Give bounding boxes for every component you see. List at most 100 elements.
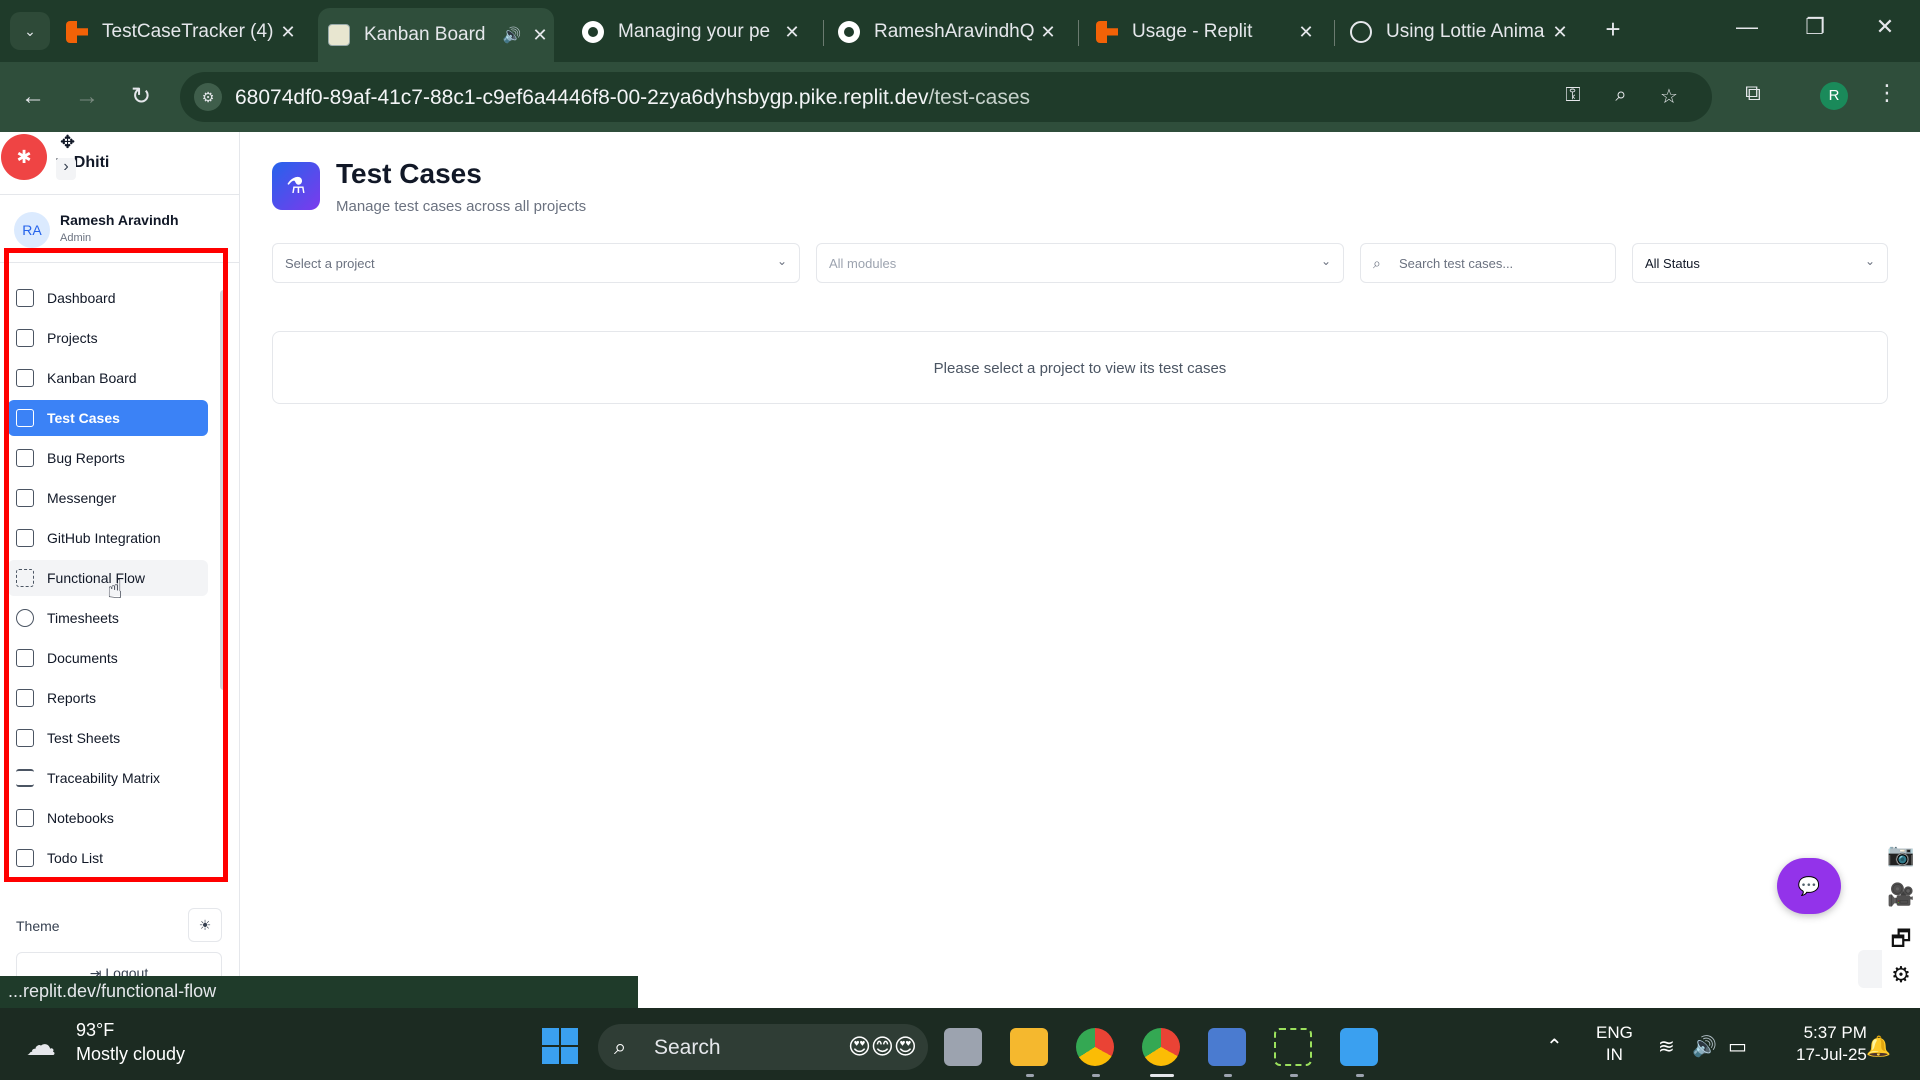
notebook-icon xyxy=(16,809,34,827)
snipping-tool-icon[interactable] xyxy=(1208,1028,1246,1066)
tab-separator xyxy=(1078,20,1079,46)
clock[interactable]: 5:37 PM 17-Jul-25 xyxy=(1796,1022,1867,1066)
battery-icon[interactable]: ▭ xyxy=(1728,1034,1747,1059)
notification-icon[interactable]: 🔔 xyxy=(1866,1034,1891,1059)
weather-temp[interactable]: 93°F xyxy=(76,1020,114,1041)
start-tile xyxy=(561,1028,578,1045)
zoom-icon[interactable]: ⌕ xyxy=(1606,84,1636,107)
new-tab-button[interactable]: + xyxy=(1596,14,1630,45)
sidebar-item-notebooks[interactable]: Notebooks xyxy=(8,800,208,836)
search-icon: ⌕ xyxy=(1373,255,1381,271)
tab-lottie[interactable]: Using Lottie Anima ✕ xyxy=(1350,8,1574,56)
close-icon[interactable]: ✕ xyxy=(1034,22,1062,43)
sidebar-item-projects[interactable]: Projects xyxy=(8,320,208,356)
notepad-icon[interactable] xyxy=(1340,1028,1378,1066)
video-icon[interactable]: 🎥 xyxy=(1882,882,1920,922)
app-indicator xyxy=(1290,1074,1298,1077)
sidebar-item-documents[interactable]: Documents xyxy=(8,640,208,676)
file-explorer-icon[interactable] xyxy=(1010,1028,1048,1066)
site-info-icon[interactable]: ⚙ xyxy=(194,83,222,111)
volume-icon[interactable]: 🔊 xyxy=(1692,1034,1717,1059)
check-square-icon xyxy=(16,849,34,867)
move-icon[interactable]: ✥ xyxy=(60,132,75,153)
bug-report-fab[interactable]: ✱ xyxy=(1,134,47,180)
sidebar-item-kanban-board[interactable]: Kanban Board xyxy=(8,360,208,396)
close-icon[interactable]: ✕ xyxy=(1292,22,1320,43)
chat-fab[interactable]: 💬 xyxy=(1777,858,1841,914)
emoji-icon: 😍😊😍 xyxy=(848,1034,917,1059)
reload-button[interactable]: ↻ xyxy=(124,80,158,114)
sidebar-item-reports[interactable]: Reports xyxy=(8,680,208,716)
minimize-button[interactable]: — xyxy=(1730,14,1764,40)
language-indicator[interactable]: ENG IN xyxy=(1596,1022,1633,1066)
task-view-icon[interactable] xyxy=(944,1028,982,1066)
close-icon[interactable]: ✕ xyxy=(1546,22,1574,43)
sheet-icon xyxy=(16,729,34,747)
chat-icon: 💬 xyxy=(1797,876,1821,896)
tab-testcasetracker[interactable]: TestCaseTracker (4) ✕ xyxy=(66,8,302,56)
speaker-icon[interactable]: 🔊 xyxy=(498,26,526,44)
divider xyxy=(0,194,239,195)
chevron-up-icon[interactable]: ⌃ xyxy=(1546,1034,1563,1059)
kanban-favicon-icon xyxy=(328,24,350,46)
project-select[interactable]: Select a project ⌄ xyxy=(272,243,800,283)
chrome-icon[interactable] xyxy=(1142,1028,1180,1066)
address-bar[interactable]: ⚙ 68074df0-89af-41c7-88c1-c9ef6a4446f8-0… xyxy=(180,72,1712,122)
sidebar-item-bug-reports[interactable]: Bug Reports xyxy=(8,440,208,476)
terminal-icon xyxy=(16,489,34,507)
tab-separator xyxy=(1334,20,1335,46)
app-indicator xyxy=(1026,1074,1034,1077)
lasso-app-icon[interactable] xyxy=(1274,1028,1312,1066)
back-button[interactable]: ← xyxy=(16,80,50,114)
close-icon[interactable]: ✕ xyxy=(778,22,806,43)
close-window-button[interactable]: ✕ xyxy=(1868,14,1902,40)
chevron-right-icon[interactable]: › xyxy=(56,158,76,180)
close-icon[interactable]: ✕ xyxy=(526,25,554,46)
search-input[interactable] xyxy=(1399,252,1599,274)
taskbar-search[interactable]: ⌕ Search 😍😊😍 xyxy=(598,1024,928,1070)
tab-ramesh-github[interactable]: RameshAravindhQ ✕ xyxy=(838,8,1062,56)
close-icon[interactable]: ✕ xyxy=(274,22,302,43)
sidebar-item-github-integration[interactable]: GitHub Integration xyxy=(8,520,208,556)
forward-button[interactable]: → xyxy=(70,80,104,114)
tab-search-button[interactable]: ⌄ xyxy=(10,12,50,50)
tab-kanban-board[interactable]: Kanban Board 🔊 ✕ xyxy=(318,8,554,62)
chrome-icon[interactable] xyxy=(1076,1028,1114,1066)
document-icon xyxy=(16,649,34,667)
app-indicator xyxy=(1224,1074,1232,1077)
avatar: RA xyxy=(14,212,50,248)
windows-start-button[interactable] xyxy=(542,1028,578,1064)
sun-icon[interactable]: ☀ xyxy=(188,908,222,942)
key-icon[interactable]: ⚿ xyxy=(1558,84,1588,107)
camera-icon[interactable]: 📷 xyxy=(1882,842,1920,882)
tab-managing[interactable]: Managing your pe ✕ xyxy=(582,8,806,56)
window-icon[interactable]: 🗗 xyxy=(1882,922,1920,962)
star-icon[interactable]: ☆ xyxy=(1654,84,1684,109)
url-text[interactable]: 68074df0-89af-41c7-88c1-c9ef6a4446f8-00-… xyxy=(235,86,1030,110)
cloud-icon[interactable]: ☁ xyxy=(26,1028,56,1063)
tab-usage-replit[interactable]: Usage - Replit ✕ xyxy=(1096,8,1320,56)
replit-icon xyxy=(66,21,88,43)
wifi-icon[interactable]: ≋ xyxy=(1658,1034,1675,1059)
weather-desc[interactable]: Mostly cloudy xyxy=(76,1044,185,1065)
sidebar-item-test-sheets[interactable]: Test Sheets xyxy=(8,720,208,756)
status-select[interactable]: All Status ⌄ xyxy=(1632,243,1888,283)
sidebar-item-timesheets[interactable]: Timesheets xyxy=(8,600,208,636)
restore-button[interactable]: ❐ xyxy=(1798,14,1832,40)
sidebar-item-traceability-matrix[interactable]: Traceability Matrix xyxy=(8,760,208,796)
kanban-icon xyxy=(16,369,34,387)
sidebar-item-dashboard[interactable]: Dashboard xyxy=(8,280,208,316)
more-menu-icon[interactable]: ⋮ xyxy=(1870,80,1904,106)
replit-icon xyxy=(1096,21,1118,43)
modules-select[interactable]: All modules ⌄ xyxy=(816,243,1344,283)
sidebar-scrollbar[interactable] xyxy=(220,290,227,690)
gear-icon[interactable]: ⚙ xyxy=(1882,962,1920,1002)
profile-avatar[interactable]: R xyxy=(1820,82,1848,110)
sidebar-item-todo-list[interactable]: Todo List xyxy=(8,840,208,876)
sidebar-item-test-cases[interactable]: Test Cases xyxy=(8,400,208,436)
side-expand-button[interactable] xyxy=(1858,950,1882,988)
sidebar-item-messenger[interactable]: Messenger xyxy=(8,480,208,516)
search-field[interactable]: ⌕ xyxy=(1360,243,1616,283)
extensions-icon[interactable]: ⧉ xyxy=(1736,80,1770,106)
openai-icon xyxy=(1350,21,1372,43)
